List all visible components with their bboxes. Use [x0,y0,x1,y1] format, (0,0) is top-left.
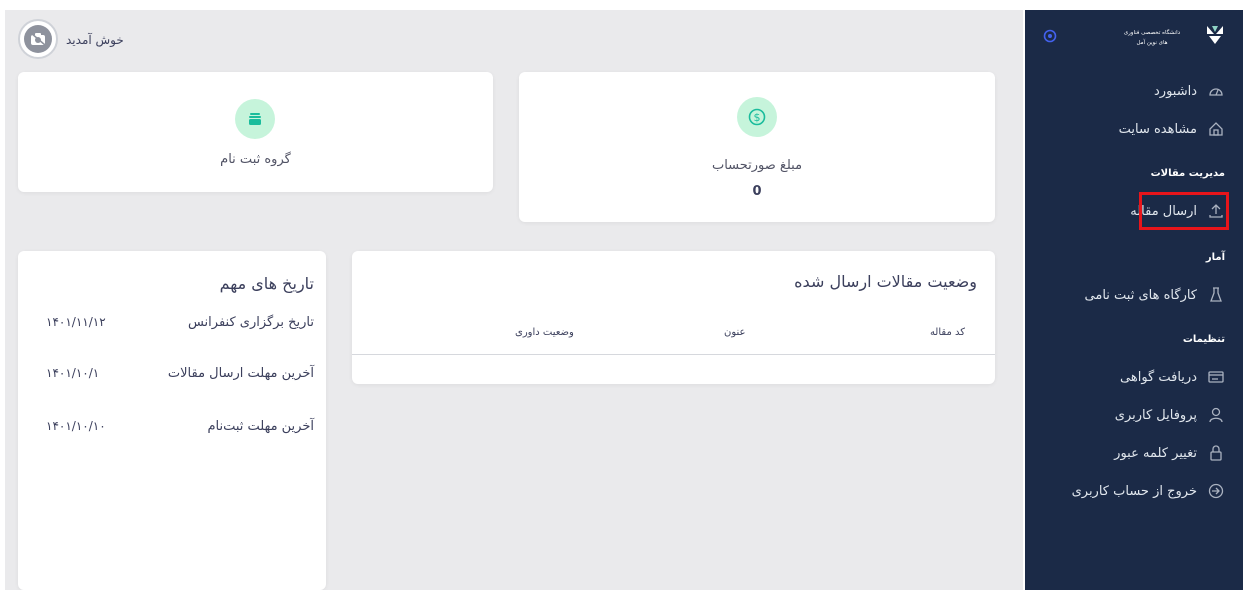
university-logo-icon [1205,24,1225,46]
section-header-settings: تنظیمات [1182,334,1225,345]
welcome-text: خوش آمدید [66,33,124,47]
user-avatar-icon [24,25,52,53]
sidebar-item-view-site[interactable]: مشاهده سایت [1025,114,1243,144]
sidebar-item-label: مشاهده سایت [1118,121,1197,137]
sidebar-item-label: داشبورد [1154,83,1197,99]
svg-text:$: $ [754,111,761,124]
date-row: آخرین مهلت ثبت‌نام ۱۴۰۱/۱۰/۱۰ [18,419,326,439]
sidebar-item-label: تغییر کلمه عبور [1114,445,1197,461]
sidebar-item-label: خروج از حساب کاربری [1071,483,1197,499]
invoice-card: $ مبلغ صورتحساب 0 [519,72,995,222]
flask-icon [1207,286,1225,304]
box-icon [235,99,275,139]
lock-icon [1207,444,1225,462]
date-value: ۱۴۰۱/۱۰/۱۰ [46,419,106,433]
sidebar-item-profile[interactable]: پروفایل کاربری [1025,400,1243,430]
important-dates-title: تاریخ های مهم [219,274,314,293]
user-icon [1207,406,1225,424]
sidebar-item-logout[interactable]: خروج از حساب کاربری [1025,476,1243,506]
date-label: آخرین مهلت ارسال مقالات [167,366,314,381]
logo-text-line1: دانشگاه تخصصی فناوری [1123,30,1181,36]
sidebar-item-change-password[interactable]: تغییر کلمه عبور [1025,438,1243,468]
articles-status-card: وضعیت مقالات ارسال شده کد مقاله عنون وضع… [352,251,995,384]
date-row: آخرین مهلت ارسال مقالات ۱۴۰۱/۱۰/۱ [18,366,326,386]
sidebar-toggle-icon[interactable] [1043,28,1057,43]
logout-icon [1207,482,1225,500]
invoice-label: مبلغ صورتحساب [711,158,803,173]
column-header-title: عنون [724,327,746,338]
sidebar-item-label: دریافت گواهی [1120,369,1197,385]
registration-group-card: گروه ثبت نام [18,72,493,192]
table-divider [352,354,995,355]
logo-text-line2: های نوین آمل [1136,40,1168,46]
sidebar-item-label: کارگاه های ثبت نامی [1084,287,1197,303]
date-label: تاریخ برگزاری کنفرانس [187,315,314,330]
home-icon [1207,120,1225,138]
sidebar-item-dashboard[interactable]: داشبورد [1025,76,1243,106]
logo-text: دانشگاه تخصصی فناوری های نوین آمل [1107,28,1197,48]
dollar-icon: $ [737,97,777,137]
date-value: ۱۴۰۱/۱۰/۱ [46,366,100,380]
certificate-icon [1207,368,1225,386]
invoice-value: 0 [752,184,762,199]
articles-status-title: وضعیت مقالات ارسال شده [794,272,977,291]
avatar[interactable] [18,19,58,59]
column-header-code: کد مقاله [929,327,965,338]
date-value: ۱۴۰۱/۱۱/۱۲ [46,315,106,329]
important-dates-card: تاریخ های مهم تاریخ برگزاری کنفرانس ۱۴۰۱… [18,251,326,590]
sidebar-item-workshops[interactable]: کارگاه های ثبت نامی [1025,280,1243,310]
registration-group-label: گروه ثبت نام [220,152,291,167]
date-label: آخرین مهلت ثبت‌نام [207,419,314,434]
sidebar: دانشگاه تخصصی فناوری های نوین آمل داشبور… [1025,10,1243,590]
sidebar-item-label: ارسال مقاله [1130,203,1197,219]
logo: دانشگاه تخصصی فناوری های نوین آمل [1025,22,1243,62]
section-header-stats: آمار [1205,252,1225,263]
upload-icon [1207,202,1225,220]
sidebar-item-certificate[interactable]: دریافت گواهی [1025,362,1243,392]
sidebar-item-submit-article[interactable]: ارسال مقاله [1025,196,1243,226]
column-header-review-status: وضعیت داوری [515,327,574,338]
section-header-articles: مدیریت مقالات [1150,168,1225,179]
date-row: تاریخ برگزاری کنفرانس ۱۴۰۱/۱۱/۱۲ [18,315,326,335]
dashboard-icon [1207,82,1225,100]
sidebar-item-label: پروفایل کاربری [1114,407,1197,423]
